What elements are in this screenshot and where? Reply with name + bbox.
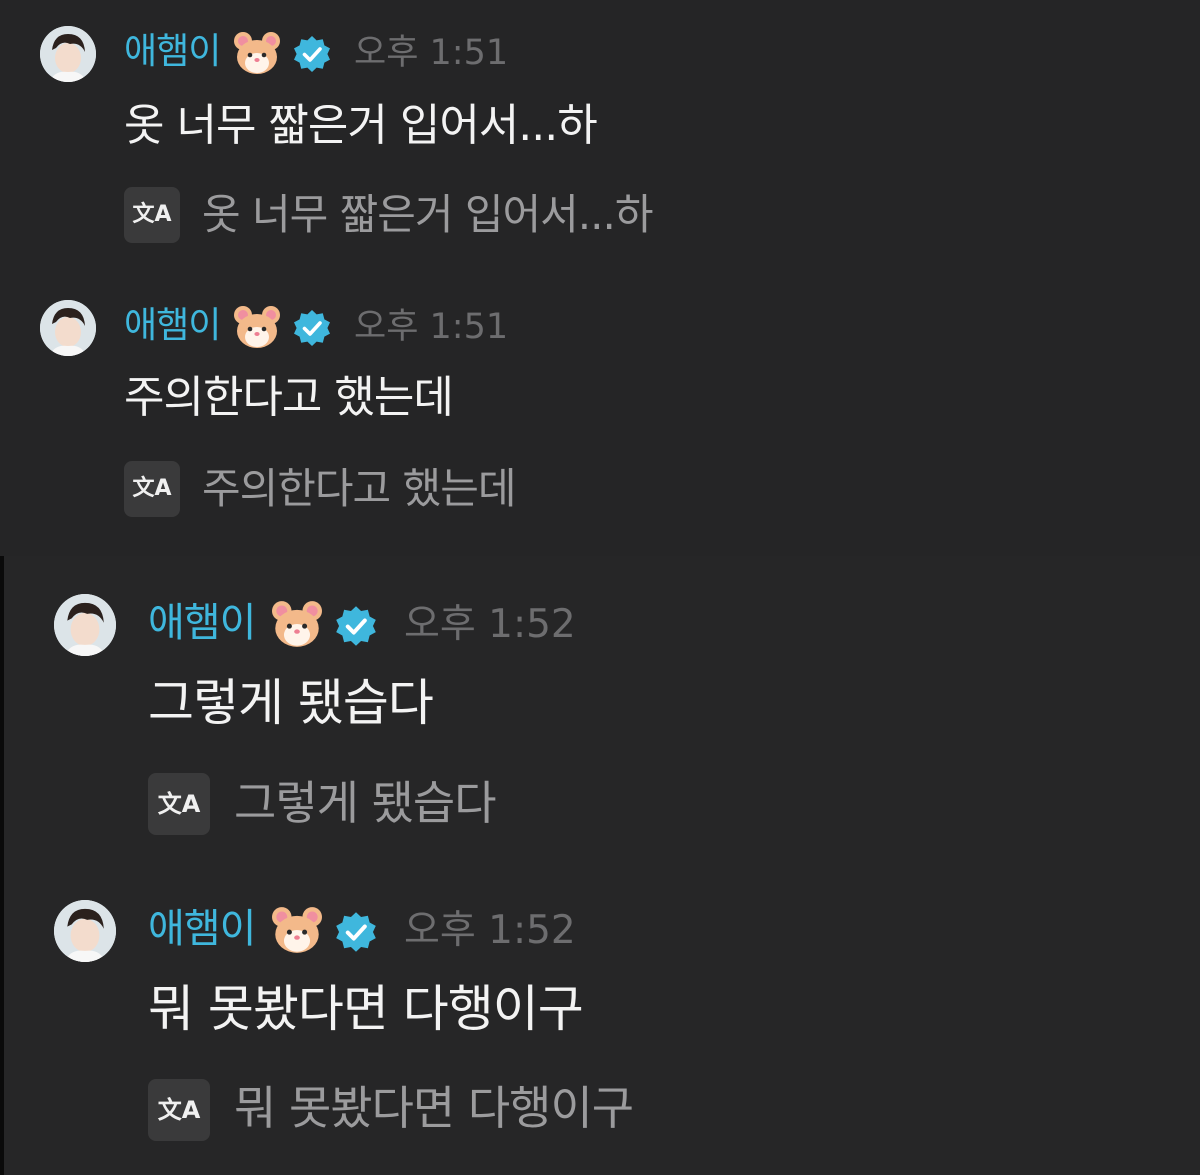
verified-badge-icon bbox=[334, 910, 378, 954]
username[interactable]: 애햄이 bbox=[148, 906, 256, 952]
verified-badge-icon bbox=[292, 308, 332, 348]
translate-icon[interactable]: 文A bbox=[148, 1079, 210, 1141]
translation-text: 주의한다고 했는데 bbox=[202, 464, 516, 513]
hamster-icon bbox=[232, 30, 282, 76]
verified-badge-icon bbox=[292, 34, 332, 74]
translate-icon[interactable]: 文A bbox=[124, 187, 180, 243]
message-time: 오후 1:51 bbox=[354, 33, 509, 73]
translation-text: 옷 너무 짧은거 입어서...하 bbox=[202, 190, 654, 239]
message-time: 오후 1:52 bbox=[404, 908, 576, 953]
hamster-icon bbox=[268, 905, 326, 955]
message-text: 옷 너무 짧은거 입어서...하 bbox=[124, 100, 598, 151]
hamster-icon bbox=[232, 304, 282, 350]
translation-text: 그렇게 됐습다 bbox=[234, 776, 497, 830]
username[interactable]: 애햄이 bbox=[124, 32, 221, 72]
translate-icon[interactable]: 文A bbox=[124, 461, 180, 517]
message-time: 오후 1:51 bbox=[354, 307, 509, 347]
avatar[interactable] bbox=[40, 300, 96, 356]
username[interactable]: 애햄이 bbox=[148, 600, 256, 646]
avatar[interactable] bbox=[54, 900, 116, 962]
verified-badge-icon bbox=[334, 604, 378, 648]
message-text: 그렇게 됐습다 bbox=[148, 674, 434, 732]
translation-text: 뭐 못봤다면 다행이구 bbox=[234, 1081, 634, 1135]
message-time: 오후 1:52 bbox=[404, 602, 576, 647]
chat-panel-bottom: 애햄이 오후 1:52 그렇게 됐습다 文A 그렇게 됐습다 애햄이 오후 1:… bbox=[0, 556, 1200, 1175]
avatar[interactable] bbox=[40, 26, 96, 82]
username[interactable]: 애햄이 bbox=[124, 306, 221, 346]
message-text: 주의한다고 했는데 bbox=[124, 372, 454, 423]
avatar[interactable] bbox=[54, 594, 116, 656]
message-text: 뭐 못봤다면 다행이구 bbox=[148, 980, 584, 1038]
translate-icon[interactable]: 文A bbox=[148, 773, 210, 835]
hamster-icon bbox=[268, 599, 326, 649]
